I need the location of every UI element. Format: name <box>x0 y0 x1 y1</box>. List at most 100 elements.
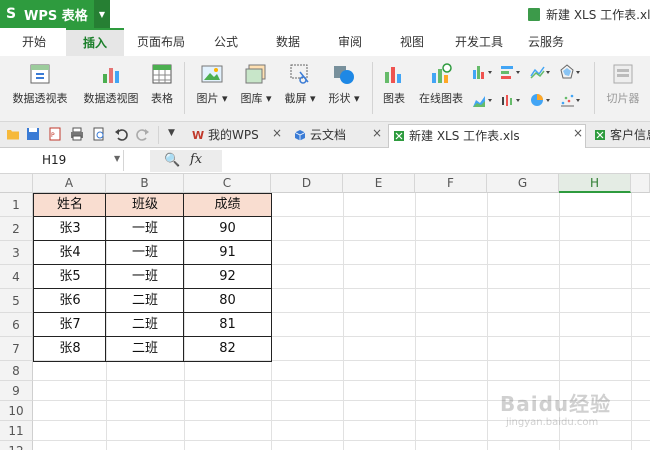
save-icon[interactable] <box>26 127 40 141</box>
pie-chart-icon[interactable] <box>530 92 552 108</box>
print-preview-icon[interactable] <box>92 127 106 141</box>
gridline <box>343 193 344 450</box>
app-menu-button[interactable]: S WPS 表格 ▼ <box>0 0 110 28</box>
print-icon[interactable] <box>70 127 84 141</box>
row-header-9[interactable]: 9 <box>0 381 33 401</box>
column-header-i[interactable] <box>631 174 650 193</box>
spreadsheet-file-icon <box>595 130 605 140</box>
slicer-button[interactable]: 切片器 <box>600 60 646 116</box>
close-tab-icon[interactable]: × <box>272 126 282 140</box>
doc-tab-label: 新建 XLS 工作表.xls <box>409 129 520 143</box>
tab-cloud-services[interactable]: 云服务 <box>518 28 574 56</box>
stock-chart-icon[interactable] <box>500 92 522 108</box>
row-header-4[interactable]: 4 <box>0 265 33 289</box>
table-border <box>33 336 272 337</box>
row-header-3[interactable]: 3 <box>0 241 33 265</box>
name-box[interactable]: H19 <box>0 150 124 171</box>
screenshot-label: 截屏 ▾ <box>284 92 316 105</box>
row-header-1[interactable]: 1 <box>0 193 33 217</box>
line-chart-icon[interactable] <box>530 64 552 80</box>
table-border <box>33 216 272 217</box>
row-header-7[interactable]: 7 <box>0 337 33 361</box>
chart-button[interactable]: 图表 <box>378 60 410 116</box>
row-header-2[interactable]: 2 <box>0 217 33 241</box>
column-header-b[interactable]: B <box>106 174 184 193</box>
watermark-url: jingyan.baidu.com <box>506 417 599 428</box>
column-header-e[interactable]: E <box>343 174 415 193</box>
column-header-g[interactable]: G <box>487 174 559 193</box>
gridline <box>33 380 650 381</box>
doc-tab-new-xls[interactable]: 新建 XLS 工作表.xls <box>388 124 586 148</box>
pivot-chart-icon <box>103 68 119 83</box>
radar-chart-icon[interactable] <box>560 64 582 80</box>
tab-insert[interactable]: 插入 <box>66 28 124 56</box>
picture-label: 图片 ▾ <box>196 92 228 105</box>
tab-formulas[interactable]: 公式 <box>204 28 248 56</box>
ribbon-insert: 数据透视表 数据透视图 表格 图片 ▾ 图库 ▾ 截屏 ▾ 形状 ▾ 图表 在线… <box>0 56 650 122</box>
doc-tab-customer-info[interactable]: 客户信息 <box>590 124 650 148</box>
open-folder-icon[interactable] <box>6 127 20 141</box>
select-all-corner[interactable] <box>0 174 33 193</box>
close-tab-icon[interactable]: × <box>573 126 583 140</box>
bar-chart-icon <box>385 67 401 83</box>
gridline <box>487 193 488 450</box>
table-label: 表格 <box>151 92 173 105</box>
svg-text:W: W <box>192 129 204 141</box>
scissors-icon <box>290 64 309 84</box>
name-box-dropdown-icon[interactable]: ▼ <box>114 154 120 163</box>
row-header-11[interactable]: 11 <box>0 421 33 441</box>
gallery-button[interactable]: 图库 ▾ <box>236 60 276 116</box>
online-chart-button[interactable]: 在线图表 <box>414 60 468 116</box>
customize-toolbar-arrow-icon[interactable]: ▼ <box>168 128 175 138</box>
column-header-a[interactable]: A <box>33 174 106 193</box>
app-name: WPS 表格 <box>24 8 88 24</box>
tab-home[interactable]: 开始 <box>12 28 56 56</box>
gallery-icon <box>245 64 266 84</box>
formula-tools: 🔍 fx <box>150 150 222 172</box>
table-button[interactable]: 表格 <box>146 60 178 116</box>
picture-button[interactable]: 图片 ▾ <box>192 60 232 116</box>
tab-review[interactable]: 审阅 <box>328 28 372 56</box>
tab-view[interactable]: 视图 <box>390 28 434 56</box>
shape-button[interactable]: 形状 ▾ <box>324 60 364 116</box>
svg-text:P: P <box>51 132 55 139</box>
table-border <box>33 312 272 313</box>
pivot-table-button[interactable]: 数据透视表 <box>6 60 74 116</box>
watermark-brand: Baidu经验 <box>500 392 612 416</box>
gallery-label: 图库 ▾ <box>240 92 272 105</box>
row-header-5[interactable]: 5 <box>0 289 33 313</box>
formula-input[interactable] <box>224 150 650 172</box>
column-header-h[interactable]: H <box>559 174 631 193</box>
area-chart-icon[interactable] <box>472 92 494 108</box>
document-title: 新建 XLS 工作表.xl <box>528 6 650 23</box>
row-header-6[interactable]: 6 <box>0 313 33 337</box>
ribbon-separator <box>184 62 185 114</box>
insert-function-icon[interactable]: fx <box>190 152 202 167</box>
tab-data[interactable]: 数据 <box>266 28 310 56</box>
column-chart-icon[interactable] <box>472 64 494 80</box>
column-header-c[interactable]: C <box>184 174 271 193</box>
export-pdf-icon[interactable]: P <box>48 127 62 141</box>
undo-icon[interactable] <box>114 127 128 141</box>
app-menu-arrow-icon[interactable]: ▼ <box>94 0 110 28</box>
tab-page-layout[interactable]: 页面布局 <box>132 28 190 56</box>
tab-developer[interactable]: 开发工具 <box>448 28 510 56</box>
column-header-d[interactable]: D <box>271 174 343 193</box>
column-header-f[interactable]: F <box>415 174 487 193</box>
pivot-chart-button[interactable]: 数据透视图 <box>78 60 144 116</box>
close-tab-icon[interactable]: × <box>372 126 382 140</box>
doc-tab-label: 云文档 <box>310 128 347 142</box>
screenshot-button[interactable]: 截屏 ▾ <box>280 60 320 116</box>
scatter-chart-icon[interactable] <box>560 92 582 108</box>
row-header-12[interactable]: 12 <box>0 441 33 450</box>
doc-tab-my-wps[interactable]: W 我的WPS <box>188 124 284 148</box>
doc-tab-cloud-docs[interactable]: 云文档 <box>290 124 380 148</box>
bar-chart-horizontal-icon[interactable] <box>500 64 522 80</box>
doc-tab-label: 客户信息 <box>610 128 650 142</box>
table-border <box>33 240 272 241</box>
row-header-10[interactable]: 10 <box>0 401 33 421</box>
redo-icon[interactable] <box>136 127 150 141</box>
name-box-value: H19 <box>42 153 67 167</box>
row-header-8[interactable]: 8 <box>0 361 33 381</box>
zoom-icon[interactable]: 🔍 <box>164 153 180 168</box>
